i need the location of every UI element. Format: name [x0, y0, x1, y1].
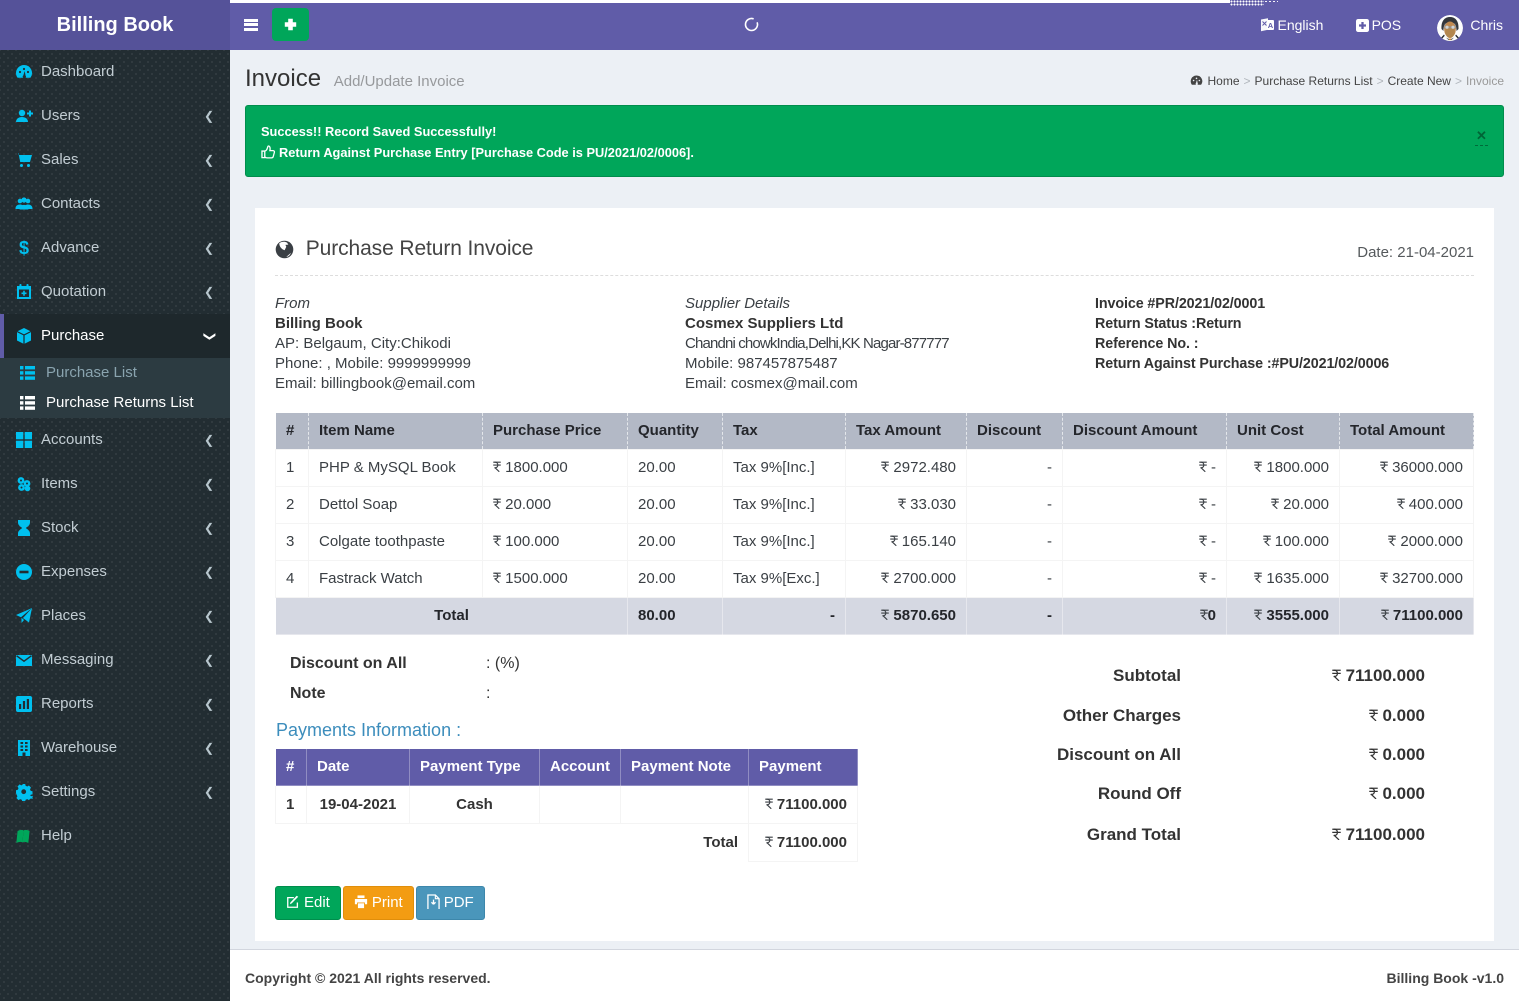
svg-text:A: A	[1268, 21, 1274, 30]
